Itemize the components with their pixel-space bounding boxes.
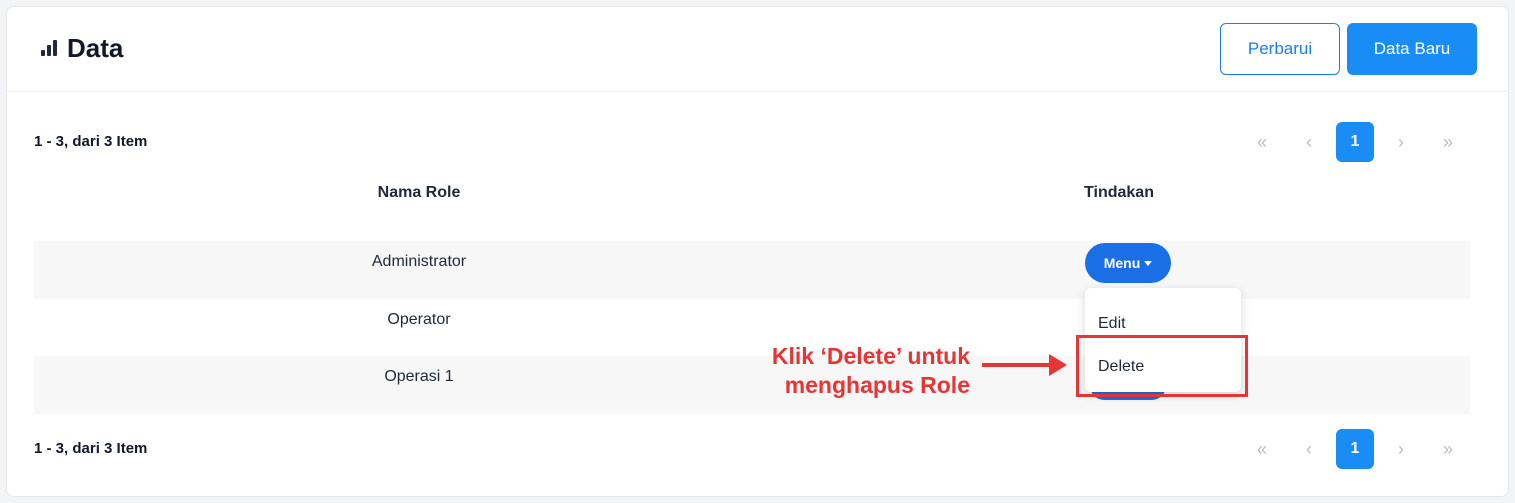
table-row: Administrator xyxy=(34,241,1470,299)
card-header: Data Perbarui Data Baru xyxy=(7,7,1508,92)
refresh-button[interactable]: Perbarui xyxy=(1220,23,1340,75)
table-header: Nama Role Tindakan xyxy=(34,176,1470,232)
next-page-button[interactable]: › xyxy=(1381,122,1421,162)
annotation-line-2: menghapus Role xyxy=(784,372,970,398)
page-1-button[interactable]: 1 xyxy=(1336,122,1374,162)
first-page-button[interactable]: « xyxy=(1242,122,1282,162)
new-data-button[interactable]: Data Baru xyxy=(1347,23,1477,75)
role-name: Operator xyxy=(387,311,451,328)
annotation-arrow xyxy=(982,363,1052,367)
menu-button-label: Menu xyxy=(1103,255,1141,271)
caret-down-icon xyxy=(1144,260,1153,266)
prev-page-button[interactable]: ‹ xyxy=(1289,122,1329,162)
annotation-line-1: Klik ‘Delete’ untuk xyxy=(771,343,970,369)
arrow-right-icon xyxy=(1049,354,1067,376)
item-count-top: 1 - 3, dari 3 Item xyxy=(34,133,148,150)
edit-menu-item[interactable]: Edit xyxy=(1098,315,1126,333)
annotation-text: Klik ‘Delete’ untuk menghapus Role xyxy=(740,342,970,400)
delete-highlight-box xyxy=(1076,335,1248,397)
page-1-button[interactable]: 1 xyxy=(1336,429,1374,469)
column-header-actions: Tindakan xyxy=(1084,184,1154,201)
pagination-bottom: « ‹ 1 › » xyxy=(1242,429,1475,469)
role-name: Operasi 1 xyxy=(384,368,454,385)
next-page-button[interactable]: › xyxy=(1381,429,1421,469)
role-name: Administrator xyxy=(371,253,467,270)
last-page-button[interactable]: » xyxy=(1428,122,1468,162)
bar-chart-icon xyxy=(41,40,57,56)
last-page-button[interactable]: » xyxy=(1428,429,1468,469)
prev-page-button[interactable]: ‹ xyxy=(1289,429,1329,469)
row-menu-button[interactable]: Menu xyxy=(1085,243,1171,283)
first-page-button[interactable]: « xyxy=(1242,429,1282,469)
pagination-top: « ‹ 1 › » xyxy=(1242,122,1475,162)
column-header-role: Nama Role xyxy=(377,184,461,201)
title-group: Data xyxy=(41,31,123,65)
page-title: Data xyxy=(67,33,124,63)
item-count-bottom: 1 - 3, dari 3 Item xyxy=(34,440,148,457)
